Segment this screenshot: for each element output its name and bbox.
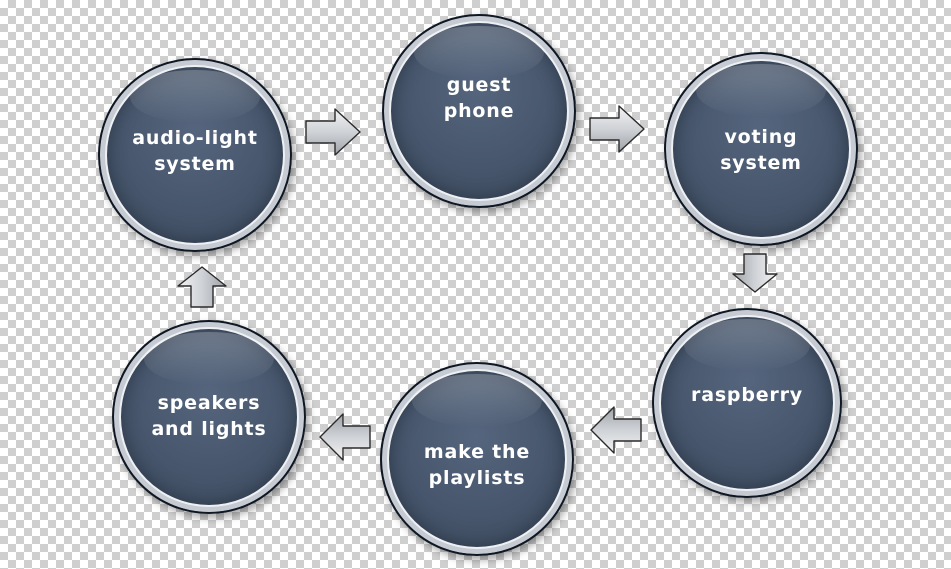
arrow-right-icon xyxy=(305,108,361,156)
cycle-diagram: audio-light system guest phone voting sy… xyxy=(0,0,951,569)
arrow-left-icon xyxy=(590,406,642,454)
node-label: voting system xyxy=(720,126,802,174)
node-label: make the playlists xyxy=(423,441,531,489)
arrow-up-icon xyxy=(177,266,227,308)
node-label: speakers and lights xyxy=(151,392,267,440)
node-label: guest phone xyxy=(443,74,515,122)
arrow-down-icon xyxy=(732,253,778,293)
node-label: raspberry xyxy=(691,384,803,406)
node-label: audio-light system xyxy=(132,127,258,175)
arrow-left-icon xyxy=(319,413,371,461)
arrow-right-icon xyxy=(589,105,645,153)
